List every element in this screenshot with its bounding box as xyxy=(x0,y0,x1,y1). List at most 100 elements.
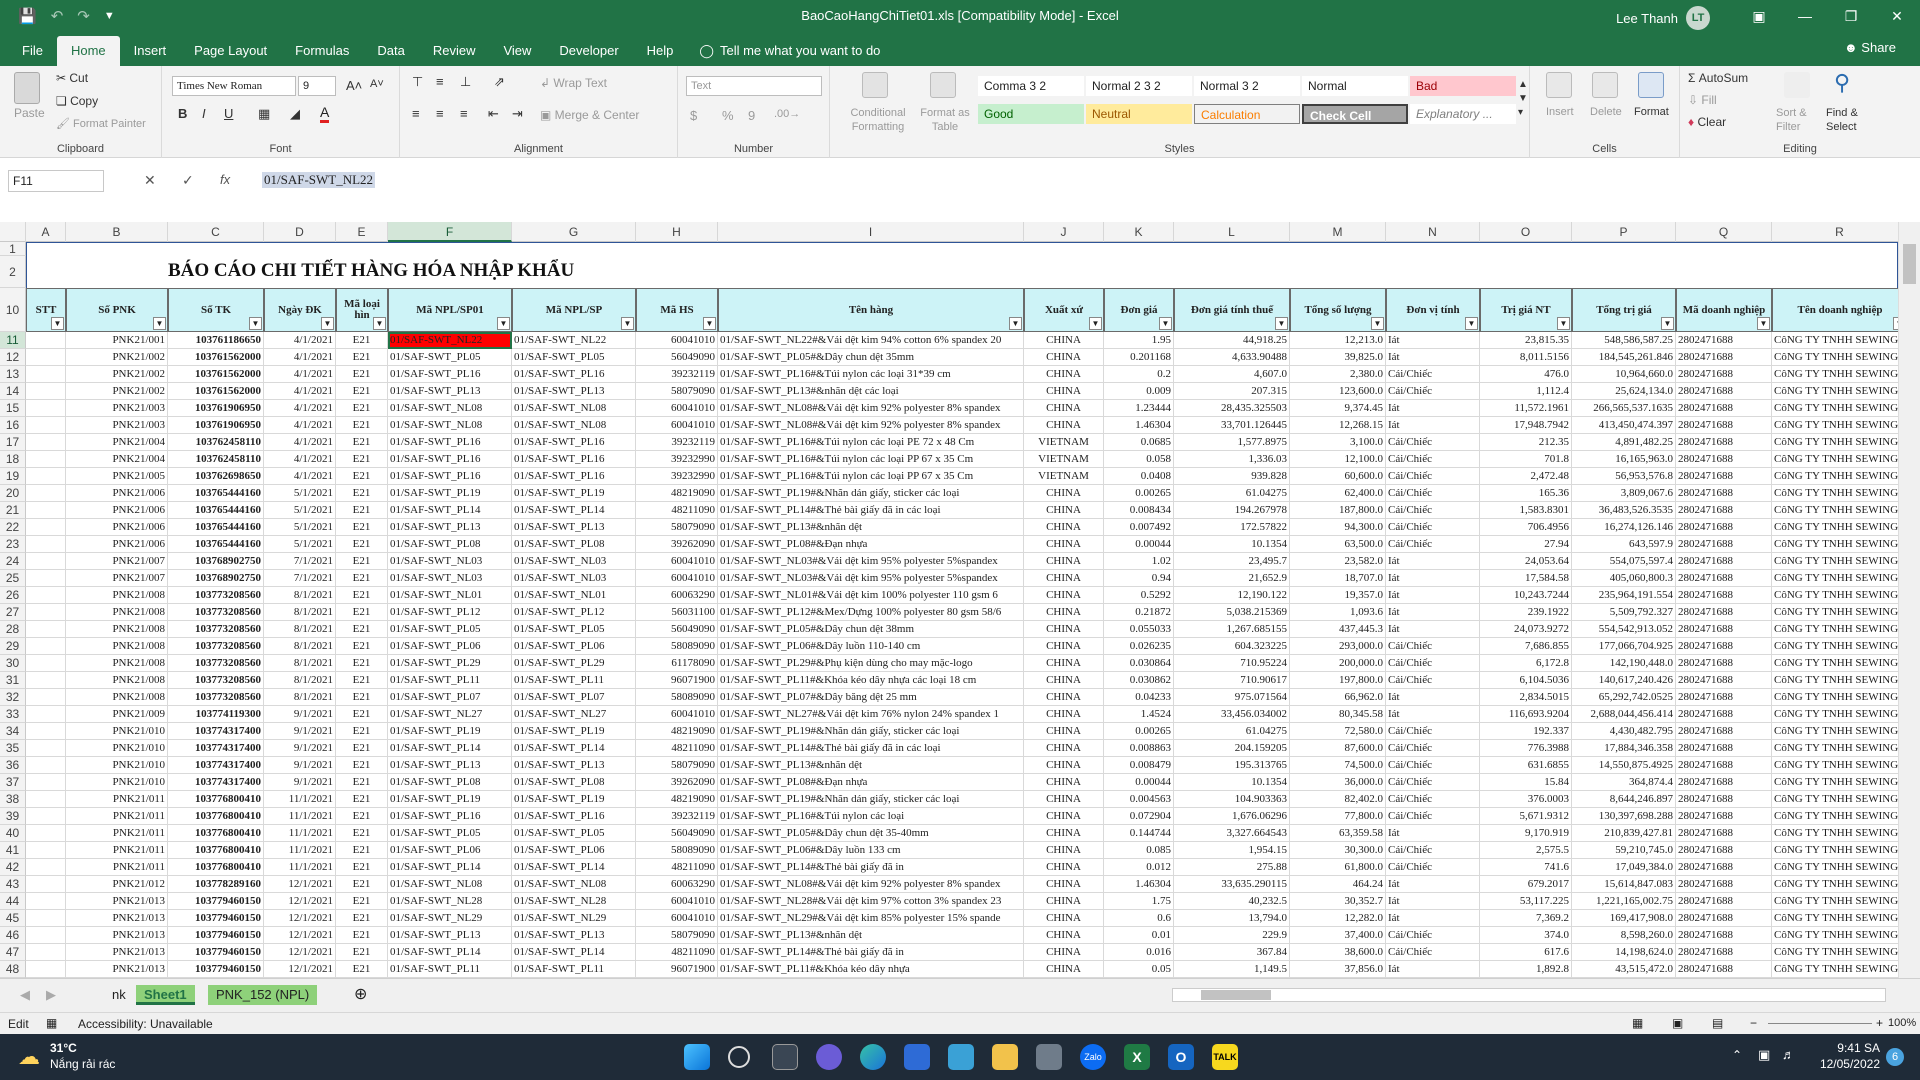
table-cell[interactable]: 01/SAF-SWT_PL29 xyxy=(512,655,636,672)
table-cell[interactable]: E21 xyxy=(336,723,388,740)
name-box[interactable]: F11 xyxy=(8,170,104,192)
table-cell[interactable]: 40,232.5 xyxy=(1174,893,1290,910)
table-cell[interactable] xyxy=(26,774,66,791)
table-cell[interactable]: Iát xyxy=(1386,553,1480,570)
row-header[interactable]: 23 xyxy=(0,536,26,553)
table-cell[interactable]: E21 xyxy=(336,366,388,383)
table-cell[interactable]: Iát xyxy=(1386,689,1480,706)
table-cell[interactable]: 01/SAF-SWT_PL14 xyxy=(512,859,636,876)
table-cell[interactable]: 617.6 xyxy=(1480,944,1572,961)
style-normal[interactable]: Normal xyxy=(1302,76,1408,96)
table-cell[interactable]: 48211090 xyxy=(636,740,718,757)
table-cell[interactable] xyxy=(26,468,66,485)
table-cell[interactable]: 103765444160 xyxy=(168,502,264,519)
table-cell[interactable]: E21 xyxy=(336,672,388,689)
table-cell[interactable]: 24,053.64 xyxy=(1480,553,1572,570)
find-select-button[interactable]: Find & Select xyxy=(1826,106,1874,134)
table-cell[interactable]: 01/SAF-SWT_PL05#&Dây chun dệt 38mm xyxy=(718,621,1024,638)
table-cell[interactable]: 548,586,587.25 xyxy=(1572,332,1676,349)
table-cell[interactable]: PNK21/010 xyxy=(66,757,168,774)
table-cell[interactable]: E21 xyxy=(336,757,388,774)
format-cells-icon[interactable] xyxy=(1638,72,1664,98)
table-cell[interactable]: PNK21/007 xyxy=(66,570,168,587)
filter-dropdown-icon[interactable]: ▼ xyxy=(321,317,334,330)
table-cell[interactable]: 103773208560 xyxy=(168,638,264,655)
next-sheet-icon[interactable]: ▶ xyxy=(38,985,64,1005)
table-cell[interactable]: PNK21/006 xyxy=(66,519,168,536)
table-cell[interactable]: 165.36 xyxy=(1480,485,1572,502)
table-cell[interactable] xyxy=(26,757,66,774)
table-cell[interactable]: PNK21/003 xyxy=(66,400,168,417)
table-cell[interactable]: E21 xyxy=(336,536,388,553)
sheet-tab-sheet1[interactable]: Sheet1 xyxy=(136,985,195,1005)
column-header-l[interactable]: L xyxy=(1174,222,1290,242)
table-cell[interactable]: 60041010 xyxy=(636,570,718,587)
table-cell[interactable]: 103761906950 xyxy=(168,417,264,434)
table-cell[interactable]: 9/1/2021 xyxy=(264,706,336,723)
table-cell[interactable]: Iát xyxy=(1386,706,1480,723)
table-cell[interactable]: 60,600.0 xyxy=(1290,468,1386,485)
table-cell[interactable]: CôNG TY TNHH SEWING xyxy=(1772,536,1898,553)
table-cell[interactable]: 0.05 xyxy=(1104,961,1174,978)
table-cell[interactable]: 3,327.664543 xyxy=(1174,825,1290,842)
tell-me-box[interactable]: ◯ Tell me what you want to do xyxy=(687,36,880,66)
style-explanatory[interactable]: Explanatory ... xyxy=(1410,104,1516,124)
table-cell[interactable]: 01/SAF-SWT_NL27#&Vải dệt kim 76% nylon 2… xyxy=(718,706,1024,723)
table-cell[interactable]: 01/SAF-SWT_PL16 xyxy=(388,451,512,468)
table-cell[interactable]: Cái/Chiếc xyxy=(1386,723,1480,740)
table-cell[interactable]: 39,825.0 xyxy=(1290,349,1386,366)
file-explorer-icon[interactable] xyxy=(992,1044,1018,1070)
table-cell[interactable]: 8/1/2021 xyxy=(264,655,336,672)
table-cell[interactable]: 12,190.122 xyxy=(1174,587,1290,604)
table-cell[interactable]: 9,170.919 xyxy=(1480,825,1572,842)
table-cell[interactable]: E21 xyxy=(336,349,388,366)
table-cell[interactable]: 103776800410 xyxy=(168,808,264,825)
table-cell[interactable]: E21 xyxy=(336,740,388,757)
row-header[interactable]: 2 xyxy=(0,256,26,288)
table-cell[interactable]: 0.5292 xyxy=(1104,587,1174,604)
table-cell[interactable]: 2802471688 xyxy=(1676,434,1772,451)
table-cell[interactable]: Cái/Chiếc xyxy=(1386,519,1480,536)
table-cell[interactable]: 77,800.0 xyxy=(1290,808,1386,825)
weather-temp[interactable]: 31°C xyxy=(50,1041,77,1055)
table-cell[interactable]: 701.8 xyxy=(1480,451,1572,468)
table-cell[interactable]: 554,542,913.052 xyxy=(1572,621,1676,638)
styles-scroll-icon[interactable]: ▲ ▼ ▾ xyxy=(1518,78,1528,120)
table-cell[interactable]: CôNG TY TNHH SEWING xyxy=(1772,859,1898,876)
table-cell[interactable]: PNK21/002 xyxy=(66,366,168,383)
table-cell[interactable]: Iát xyxy=(1386,961,1480,978)
comma-style-button[interactable]: 9 xyxy=(748,108,755,123)
weather-text[interactable]: Nắng rải rác xyxy=(50,1057,115,1071)
table-cell[interactable]: 6,172.8 xyxy=(1480,655,1572,672)
table-cell[interactable]: 39232119 xyxy=(636,366,718,383)
row-header[interactable]: 38 xyxy=(0,791,26,808)
table-cell[interactable]: 18,707.0 xyxy=(1290,570,1386,587)
table-cell[interactable]: 2802471688 xyxy=(1676,604,1772,621)
table-cell[interactable] xyxy=(26,825,66,842)
table-cell[interactable]: CôNG TY TNHH SEWING xyxy=(1772,553,1898,570)
table-cell[interactable]: 01/SAF-SWT_NL03 xyxy=(512,570,636,587)
table-cell[interactable]: CôNG TY TNHH SEWING xyxy=(1772,893,1898,910)
table-cell[interactable]: 169,417,908.0 xyxy=(1572,910,1676,927)
table-cell[interactable]: PNK21/012 xyxy=(66,876,168,893)
table-cell[interactable]: 9,374.45 xyxy=(1290,400,1386,417)
wrap-text-button[interactable]: ↲ Wrap Text xyxy=(540,76,607,90)
table-cell[interactable]: CôNG TY TNHH SEWING xyxy=(1772,570,1898,587)
table-cell[interactable]: 266,565,537.1635 xyxy=(1572,400,1676,417)
column-header-q[interactable]: Q xyxy=(1676,222,1772,242)
table-cell[interactable]: PNK21/008 xyxy=(66,587,168,604)
table-cell[interactable]: 01/SAF-SWT_PL14#&Thẻ bài giấy đã in xyxy=(718,944,1024,961)
table-cell[interactable]: CHINA xyxy=(1024,553,1104,570)
table-cell[interactable]: 13,794.0 xyxy=(1174,910,1290,927)
autosum-button[interactable]: Σ AutoSum xyxy=(1688,71,1748,85)
table-cell[interactable]: 01/SAF-SWT_NL27 xyxy=(512,706,636,723)
table-cell[interactable] xyxy=(26,366,66,383)
table-cell[interactable]: 39262090 xyxy=(636,536,718,553)
table-cell[interactable]: 0.144744 xyxy=(1104,825,1174,842)
table-cell[interactable]: CôNG TY TNHH SEWING xyxy=(1772,587,1898,604)
table-cell[interactable]: CHINA xyxy=(1024,808,1104,825)
table-cell[interactable]: Iát xyxy=(1386,570,1480,587)
table-cell[interactable]: 2,688,044,456.414 xyxy=(1572,706,1676,723)
table-cell[interactable]: CHINA xyxy=(1024,740,1104,757)
table-cell[interactable]: E21 xyxy=(336,434,388,451)
